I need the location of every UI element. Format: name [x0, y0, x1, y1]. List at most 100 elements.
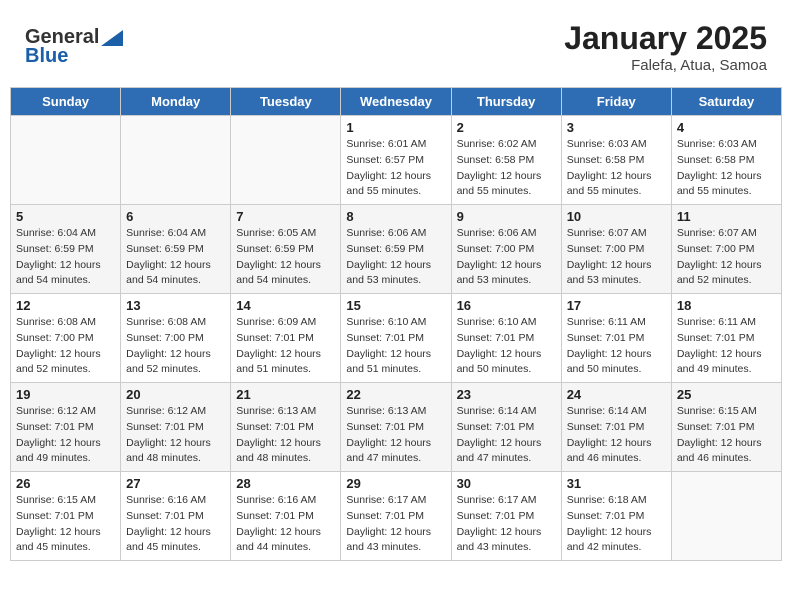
day-info: Sunrise: 6:16 AMSunset: 7:01 PMDaylight:… [236, 493, 335, 556]
day-info: Sunrise: 6:12 AMSunset: 7:01 PMDaylight:… [126, 404, 225, 467]
day-number: 2 [457, 120, 556, 135]
day-number: 15 [346, 298, 445, 313]
calendar-cell: 31 Sunrise: 6:18 AMSunset: 7:01 PMDayligh… [561, 472, 671, 561]
calendar-cell [231, 116, 341, 205]
day-info: Sunrise: 6:14 AMSunset: 7:01 PMDaylight:… [457, 404, 556, 467]
calendar-cell: 17Sunrise: 6:11 AMSunset: 7:01 PMDayligh… [561, 294, 671, 383]
calendar-week-row: 19 Sunrise: 6:12 AMSunset: 7:01 PMDayligh… [11, 383, 782, 472]
day-number: 8 [346, 209, 445, 224]
day-info: Sunrise: 6:18 AMSunset: 7:01 PMDaylight:… [567, 493, 666, 556]
weekday-header: Wednesday [341, 88, 451, 116]
calendar-cell: 22Sunrise: 6:13 AMSunset: 7:01 PMDayligh… [341, 383, 451, 472]
day-number: 25 [677, 387, 776, 402]
calendar-cell: 30Sunrise: 6:17 AMSunset: 7:01 PMDayligh… [451, 472, 561, 561]
calendar-cell: 16 Sunrise: 6:10 AMSunset: 7:01 PMDayligh… [451, 294, 561, 383]
day-number: 4 [677, 120, 776, 135]
calendar-cell: 10 Sunrise: 6:07 AMSunset: 7:00 PMDayligh… [561, 205, 671, 294]
day-info: Sunrise: 6:08 AMSunset: 7:00 PMDaylight:… [16, 315, 115, 378]
day-number: 16 [457, 298, 556, 313]
calendar-week-row: 12 Sunrise: 6:08 AMSunset: 7:00 PMDayligh… [11, 294, 782, 383]
calendar-cell: 29 Sunrise: 6:17 AMSunset: 7:01 PMDayligh… [341, 472, 451, 561]
day-info: Sunrise: 6:05 AMSunset: 6:59 PMDaylight:… [236, 226, 335, 289]
calendar-cell: 5 Sunrise: 6:04 AMSunset: 6:59 PMDaylight… [11, 205, 121, 294]
calendar-cell: 7 Sunrise: 6:05 AMSunset: 6:59 PMDaylight… [231, 205, 341, 294]
day-number: 9 [457, 209, 556, 224]
calendar-cell: 20 Sunrise: 6:12 AMSunset: 7:01 PMDayligh… [121, 383, 231, 472]
day-number: 19 [16, 387, 115, 402]
calendar-week-row: 26 Sunrise: 6:15 AMSunset: 7:01 PMDayligh… [11, 472, 782, 561]
day-number: 26 [16, 476, 115, 491]
weekday-header: Tuesday [231, 88, 341, 116]
day-info: Sunrise: 6:03 AMSunset: 6:58 PMDaylight:… [567, 137, 666, 200]
day-number: 1 [346, 120, 445, 135]
day-info: Sunrise: 6:16 AMSunset: 7:01 PMDaylight:… [126, 493, 225, 556]
day-number: 20 [126, 387, 225, 402]
day-number: 3 [567, 120, 666, 135]
day-info: Sunrise: 6:17 AMSunset: 7:01 PMDaylight:… [346, 493, 445, 556]
day-number: 30 [457, 476, 556, 491]
logo-blue-text: Blue [25, 45, 68, 68]
day-info: Sunrise: 6:07 AMSunset: 7:00 PMDaylight:… [567, 226, 666, 289]
logo-icon [101, 30, 123, 46]
day-info: Sunrise: 6:06 AMSunset: 6:59 PMDaylight:… [346, 226, 445, 289]
day-info: Sunrise: 6:12 AMSunset: 7:01 PMDaylight:… [16, 404, 115, 467]
day-info: Sunrise: 6:13 AMSunset: 7:01 PMDaylight:… [346, 404, 445, 467]
day-number: 13 [126, 298, 225, 313]
calendar-cell: 19 Sunrise: 6:12 AMSunset: 7:01 PMDayligh… [11, 383, 121, 472]
calendar-cell: 3 Sunrise: 6:03 AMSunset: 6:58 PMDaylight… [561, 116, 671, 205]
day-number: 24 [567, 387, 666, 402]
day-info: Sunrise: 6:04 AMSunset: 6:59 PMDaylight:… [126, 226, 225, 289]
calendar-cell: 2 Sunrise: 6:02 AMSunset: 6:58 PMDaylight… [451, 116, 561, 205]
day-info: Sunrise: 6:15 AMSunset: 7:01 PMDaylight:… [677, 404, 776, 467]
calendar-cell: 12 Sunrise: 6:08 AMSunset: 7:00 PMDayligh… [11, 294, 121, 383]
day-info: Sunrise: 6:08 AMSunset: 7:00 PMDaylight:… [126, 315, 225, 378]
month-title: January 2025 [564, 20, 767, 57]
calendar-cell: 8 Sunrise: 6:06 AMSunset: 6:59 PMDaylight… [341, 205, 451, 294]
day-number: 12 [16, 298, 115, 313]
location: Falefa, Atua, Samoa [564, 57, 767, 74]
day-info: Sunrise: 6:04 AMSunset: 6:59 PMDaylight:… [16, 226, 115, 289]
day-info: Sunrise: 6:14 AMSunset: 7:01 PMDaylight:… [567, 404, 666, 467]
weekday-header: Monday [121, 88, 231, 116]
calendar-cell: 13 Sunrise: 6:08 AMSunset: 7:00 PMDayligh… [121, 294, 231, 383]
calendar-cell: 27 Sunrise: 6:16 AMSunset: 7:01 PMDayligh… [121, 472, 231, 561]
day-number: 21 [236, 387, 335, 402]
day-number: 14 [236, 298, 335, 313]
day-info: Sunrise: 6:15 AMSunset: 7:01 PMDaylight:… [16, 493, 115, 556]
day-info: Sunrise: 6:10 AMSunset: 7:01 PMDaylight:… [457, 315, 556, 378]
page-header: General Blue January 2025 Falefa, Atua, … [10, 10, 782, 79]
day-number: 6 [126, 209, 225, 224]
day-number: 11 [677, 209, 776, 224]
calendar-cell: 11Sunrise: 6:07 AMSunset: 7:00 PMDayligh… [671, 205, 781, 294]
calendar-week-row: 1Sunrise: 6:01 AMSunset: 6:57 PMDaylight… [11, 116, 782, 205]
day-number: 29 [346, 476, 445, 491]
calendar-cell: 14 Sunrise: 6:09 AMSunset: 7:01 PMDayligh… [231, 294, 341, 383]
weekday-header: Thursday [451, 88, 561, 116]
day-number: 31 [567, 476, 666, 491]
day-info: Sunrise: 6:02 AMSunset: 6:58 PMDaylight:… [457, 137, 556, 200]
calendar-cell [121, 116, 231, 205]
logo: General Blue [25, 26, 123, 68]
calendar-cell: 15Sunrise: 6:10 AMSunset: 7:01 PMDayligh… [341, 294, 451, 383]
day-number: 27 [126, 476, 225, 491]
calendar-cell: 6 Sunrise: 6:04 AMSunset: 6:59 PMDaylight… [121, 205, 231, 294]
day-number: 17 [567, 298, 666, 313]
calendar-cell: 18Sunrise: 6:11 AMSunset: 7:01 PMDayligh… [671, 294, 781, 383]
calendar-cell [671, 472, 781, 561]
calendar-header-row: SundayMondayTuesdayWednesdayThursdayFrid… [11, 88, 782, 116]
day-number: 5 [16, 209, 115, 224]
day-info: Sunrise: 6:09 AMSunset: 7:01 PMDaylight:… [236, 315, 335, 378]
day-info: Sunrise: 6:13 AMSunset: 7:01 PMDaylight:… [236, 404, 335, 467]
day-info: Sunrise: 6:06 AMSunset: 7:00 PMDaylight:… [457, 226, 556, 289]
day-number: 10 [567, 209, 666, 224]
calendar-cell: 4 Sunrise: 6:03 AMSunset: 6:58 PMDaylight… [671, 116, 781, 205]
calendar-cell [11, 116, 121, 205]
calendar-cell: 23Sunrise: 6:14 AMSunset: 7:01 PMDayligh… [451, 383, 561, 472]
day-number: 7 [236, 209, 335, 224]
calendar-cell: 1Sunrise: 6:01 AMSunset: 6:57 PMDaylight… [341, 116, 451, 205]
day-info: Sunrise: 6:03 AMSunset: 6:58 PMDaylight:… [677, 137, 776, 200]
day-number: 28 [236, 476, 335, 491]
calendar-cell: 25 Sunrise: 6:15 AMSunset: 7:01 PMDayligh… [671, 383, 781, 472]
weekday-header: Saturday [671, 88, 781, 116]
calendar-cell: 21 Sunrise: 6:13 AMSunset: 7:01 PMDayligh… [231, 383, 341, 472]
